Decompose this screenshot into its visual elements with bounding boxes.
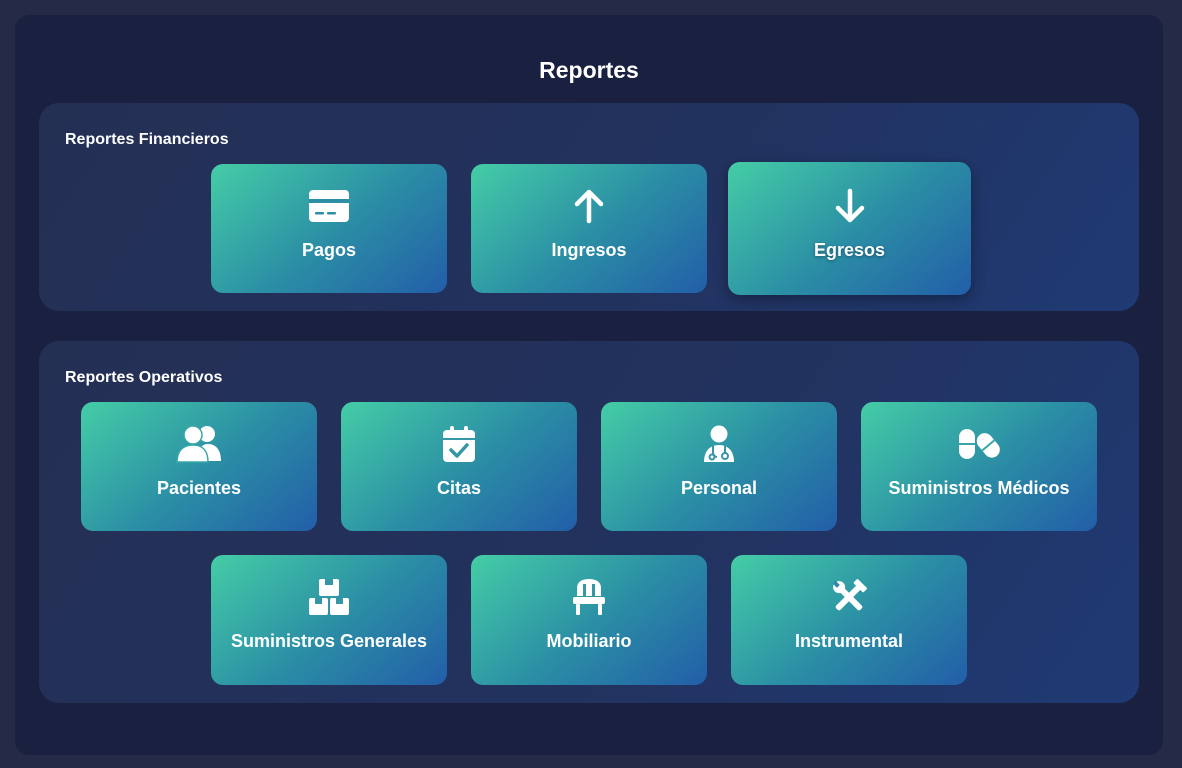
report-card-personal[interactable]: Personal	[601, 402, 837, 531]
chair-icon	[471, 577, 707, 617]
report-card-suministros-medicos[interactable]: Suministros Médicos	[861, 402, 1097, 531]
report-card-ingresos[interactable]: Ingresos	[471, 164, 707, 293]
tools-icon	[731, 577, 967, 617]
pills-icon	[861, 424, 1097, 464]
boxes-icon	[211, 577, 447, 617]
report-card-pagos[interactable]: Pagos	[211, 164, 447, 293]
reports-panel: Reportes Reportes Financieros Pagos Ingr…	[15, 15, 1163, 755]
arrow-down-icon	[728, 186, 971, 226]
calendar-check-icon	[341, 424, 577, 464]
report-card-mobiliario[interactable]: Mobiliario	[471, 555, 707, 685]
doctor-icon	[601, 424, 837, 464]
report-card-pacientes[interactable]: Pacientes	[81, 402, 317, 531]
credit-card-icon	[211, 186, 447, 226]
financial-section-title: Reportes Financieros	[65, 131, 229, 148]
report-card-label: Pacientes	[156, 478, 242, 498]
report-card-label: Suministros Médicos	[888, 478, 1070, 498]
report-card-suministros-generales[interactable]: Suministros Generales	[211, 555, 447, 685]
report-card-instrumental[interactable]: Instrumental	[731, 555, 967, 685]
operational-section-title: Reportes Operativos	[65, 369, 223, 386]
operational-reports-section: Reportes Operativos Pacientes Citas Pers…	[39, 341, 1139, 703]
report-card-citas[interactable]: Citas	[341, 402, 577, 531]
report-card-label: Personal	[680, 478, 758, 498]
report-card-label: Ingresos	[551, 240, 627, 260]
report-card-egresos[interactable]: Egresos	[728, 162, 971, 295]
report-card-label: Egresos	[813, 240, 886, 260]
report-card-label: Suministros Generales	[230, 631, 428, 651]
report-card-label: Citas	[436, 478, 481, 498]
financial-reports-section: Reportes Financieros Pagos Ingresos Egre…	[39, 103, 1139, 311]
report-card-label: Instrumental	[794, 631, 904, 651]
page-title: Reportes	[539, 57, 639, 83]
arrow-up-icon	[471, 186, 707, 226]
users-icon	[81, 424, 317, 464]
report-card-label: Mobiliario	[546, 631, 632, 651]
report-card-label: Pagos	[301, 240, 357, 260]
